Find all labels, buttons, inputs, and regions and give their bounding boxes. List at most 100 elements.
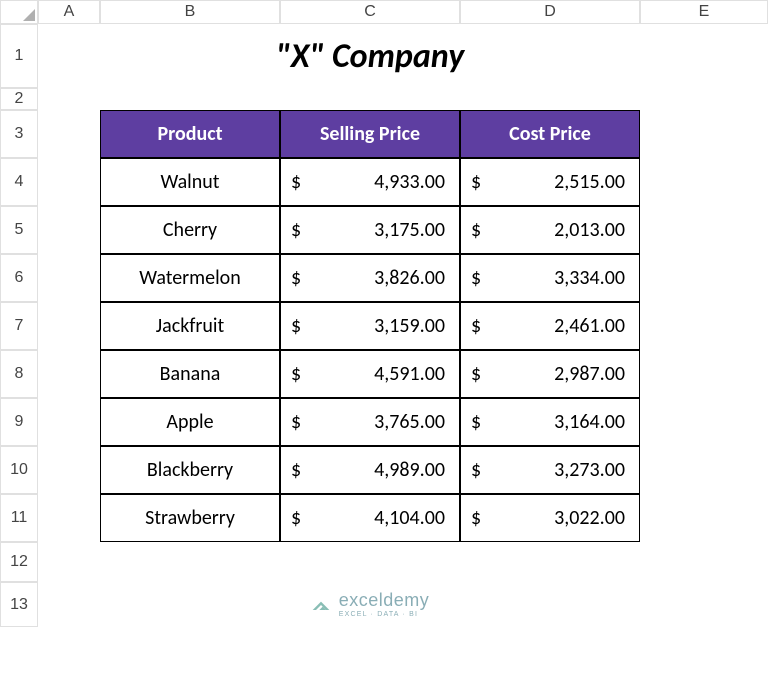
exceldemy-logo-icon: [311, 596, 331, 614]
table-row-selling[interactable]: $3,159.00: [280, 302, 460, 350]
table-row-product[interactable]: Jackfruit: [100, 302, 280, 350]
cell-E13[interactable]: [640, 582, 768, 627]
cell-E1[interactable]: [640, 24, 768, 88]
table-row-selling[interactable]: $3,175.00: [280, 206, 460, 254]
cell-E12[interactable]: [640, 542, 768, 582]
table-row-product[interactable]: Banana: [100, 350, 280, 398]
row-header-6[interactable]: 6: [0, 254, 38, 302]
table-row-cost[interactable]: $3,164.00: [460, 398, 640, 446]
col-header-D[interactable]: D: [460, 0, 640, 24]
table-row-product[interactable]: Walnut: [100, 158, 280, 206]
currency-symbol: $: [471, 362, 481, 386]
table-row-selling[interactable]: $4,591.00: [280, 350, 460, 398]
row-header-2[interactable]: 2: [0, 88, 38, 110]
cell-A6[interactable]: [38, 254, 100, 302]
row-header-3[interactable]: 3: [0, 110, 38, 158]
cell-D2[interactable]: [460, 88, 640, 110]
page-title[interactable]: "X" Company: [100, 24, 640, 88]
selling-value: 3,826.00: [301, 266, 445, 290]
cell-B2[interactable]: [100, 88, 280, 110]
table-row-cost[interactable]: $3,273.00: [460, 446, 640, 494]
cell-E9[interactable]: [640, 398, 768, 446]
spreadsheet: A B C D E 1 "X" Company 2 3 Product Sell…: [0, 0, 768, 627]
cell-A4[interactable]: [38, 158, 100, 206]
cell-A8[interactable]: [38, 350, 100, 398]
cell-E3[interactable]: [640, 110, 768, 158]
cell-B12[interactable]: [100, 542, 280, 582]
cell-C2[interactable]: [280, 88, 460, 110]
cell-A5[interactable]: [38, 206, 100, 254]
cost-value: 2,461.00: [481, 314, 625, 338]
table-row-selling[interactable]: $4,104.00: [280, 494, 460, 542]
cell-E8[interactable]: [640, 350, 768, 398]
table-row-cost[interactable]: $3,334.00: [460, 254, 640, 302]
cost-value: 3,273.00: [481, 458, 625, 482]
table-row-cost[interactable]: $3,022.00: [460, 494, 640, 542]
table-row-cost[interactable]: $2,987.00: [460, 350, 640, 398]
currency-symbol: $: [291, 218, 301, 242]
row-header-8[interactable]: 8: [0, 350, 38, 398]
table-row-cost[interactable]: $2,013.00: [460, 206, 640, 254]
row-header-12[interactable]: 12: [0, 542, 38, 582]
currency-symbol: $: [471, 506, 481, 530]
watermark-sub: EXCEL · DATA · BI: [339, 611, 430, 618]
col-header-E[interactable]: E: [640, 0, 768, 24]
table-header-cost[interactable]: Cost Price: [460, 110, 640, 158]
row-header-5[interactable]: 5: [0, 206, 38, 254]
col-header-C[interactable]: C: [280, 0, 460, 24]
row-header-9[interactable]: 9: [0, 398, 38, 446]
row-header-11[interactable]: 11: [0, 494, 38, 542]
cell-A11[interactable]: [38, 494, 100, 542]
col-header-B[interactable]: B: [100, 0, 280, 24]
table-row-selling[interactable]: $3,765.00: [280, 398, 460, 446]
row-header-4[interactable]: 4: [0, 158, 38, 206]
cell-E2[interactable]: [640, 88, 768, 110]
table-row-product[interactable]: Apple: [100, 398, 280, 446]
cell-E11[interactable]: [640, 494, 768, 542]
currency-symbol: $: [291, 314, 301, 338]
cell-A10[interactable]: [38, 446, 100, 494]
table-row-product[interactable]: Watermelon: [100, 254, 280, 302]
cell-A13[interactable]: [38, 582, 100, 627]
row-header-13[interactable]: 13: [0, 582, 38, 627]
table-header-product[interactable]: Product: [100, 110, 280, 158]
row-header-7[interactable]: 7: [0, 302, 38, 350]
table-row-selling[interactable]: $4,933.00: [280, 158, 460, 206]
selling-value: 3,175.00: [301, 218, 445, 242]
cell-E10[interactable]: [640, 446, 768, 494]
table-row-product[interactable]: Cherry: [100, 206, 280, 254]
watermark: exceldemy EXCEL · DATA · BI: [100, 582, 640, 627]
cell-E7[interactable]: [640, 302, 768, 350]
cell-A12[interactable]: [38, 542, 100, 582]
cell-E4[interactable]: [640, 158, 768, 206]
cost-value: 3,022.00: [481, 506, 625, 530]
cost-value: 2,013.00: [481, 218, 625, 242]
cell-C12[interactable]: [280, 542, 460, 582]
cell-A9[interactable]: [38, 398, 100, 446]
cell-A3[interactable]: [38, 110, 100, 158]
watermark-brand: exceldemy: [339, 591, 430, 609]
cell-D12[interactable]: [460, 542, 640, 582]
table-row-product[interactable]: Blackberry: [100, 446, 280, 494]
cell-A1[interactable]: [38, 24, 100, 88]
cell-E5[interactable]: [640, 206, 768, 254]
cell-E6[interactable]: [640, 254, 768, 302]
row-header-1[interactable]: 1: [0, 24, 38, 88]
watermark-text: exceldemy EXCEL · DATA · BI: [339, 591, 430, 618]
select-all-corner[interactable]: [0, 0, 38, 24]
table-row-product[interactable]: Strawberry: [100, 494, 280, 542]
cell-A7[interactable]: [38, 302, 100, 350]
cost-value: 2,515.00: [481, 170, 625, 194]
col-header-A[interactable]: A: [38, 0, 100, 24]
selling-value: 4,989.00: [301, 458, 445, 482]
table-header-selling[interactable]: Selling Price: [280, 110, 460, 158]
table-row-cost[interactable]: $2,461.00: [460, 302, 640, 350]
table-row-cost[interactable]: $2,515.00: [460, 158, 640, 206]
currency-symbol: $: [471, 314, 481, 338]
table-row-selling[interactable]: $4,989.00: [280, 446, 460, 494]
table-row-selling[interactable]: $3,826.00: [280, 254, 460, 302]
currency-symbol: $: [291, 170, 301, 194]
cell-A2[interactable]: [38, 88, 100, 110]
row-header-10[interactable]: 10: [0, 446, 38, 494]
currency-symbol: $: [471, 170, 481, 194]
